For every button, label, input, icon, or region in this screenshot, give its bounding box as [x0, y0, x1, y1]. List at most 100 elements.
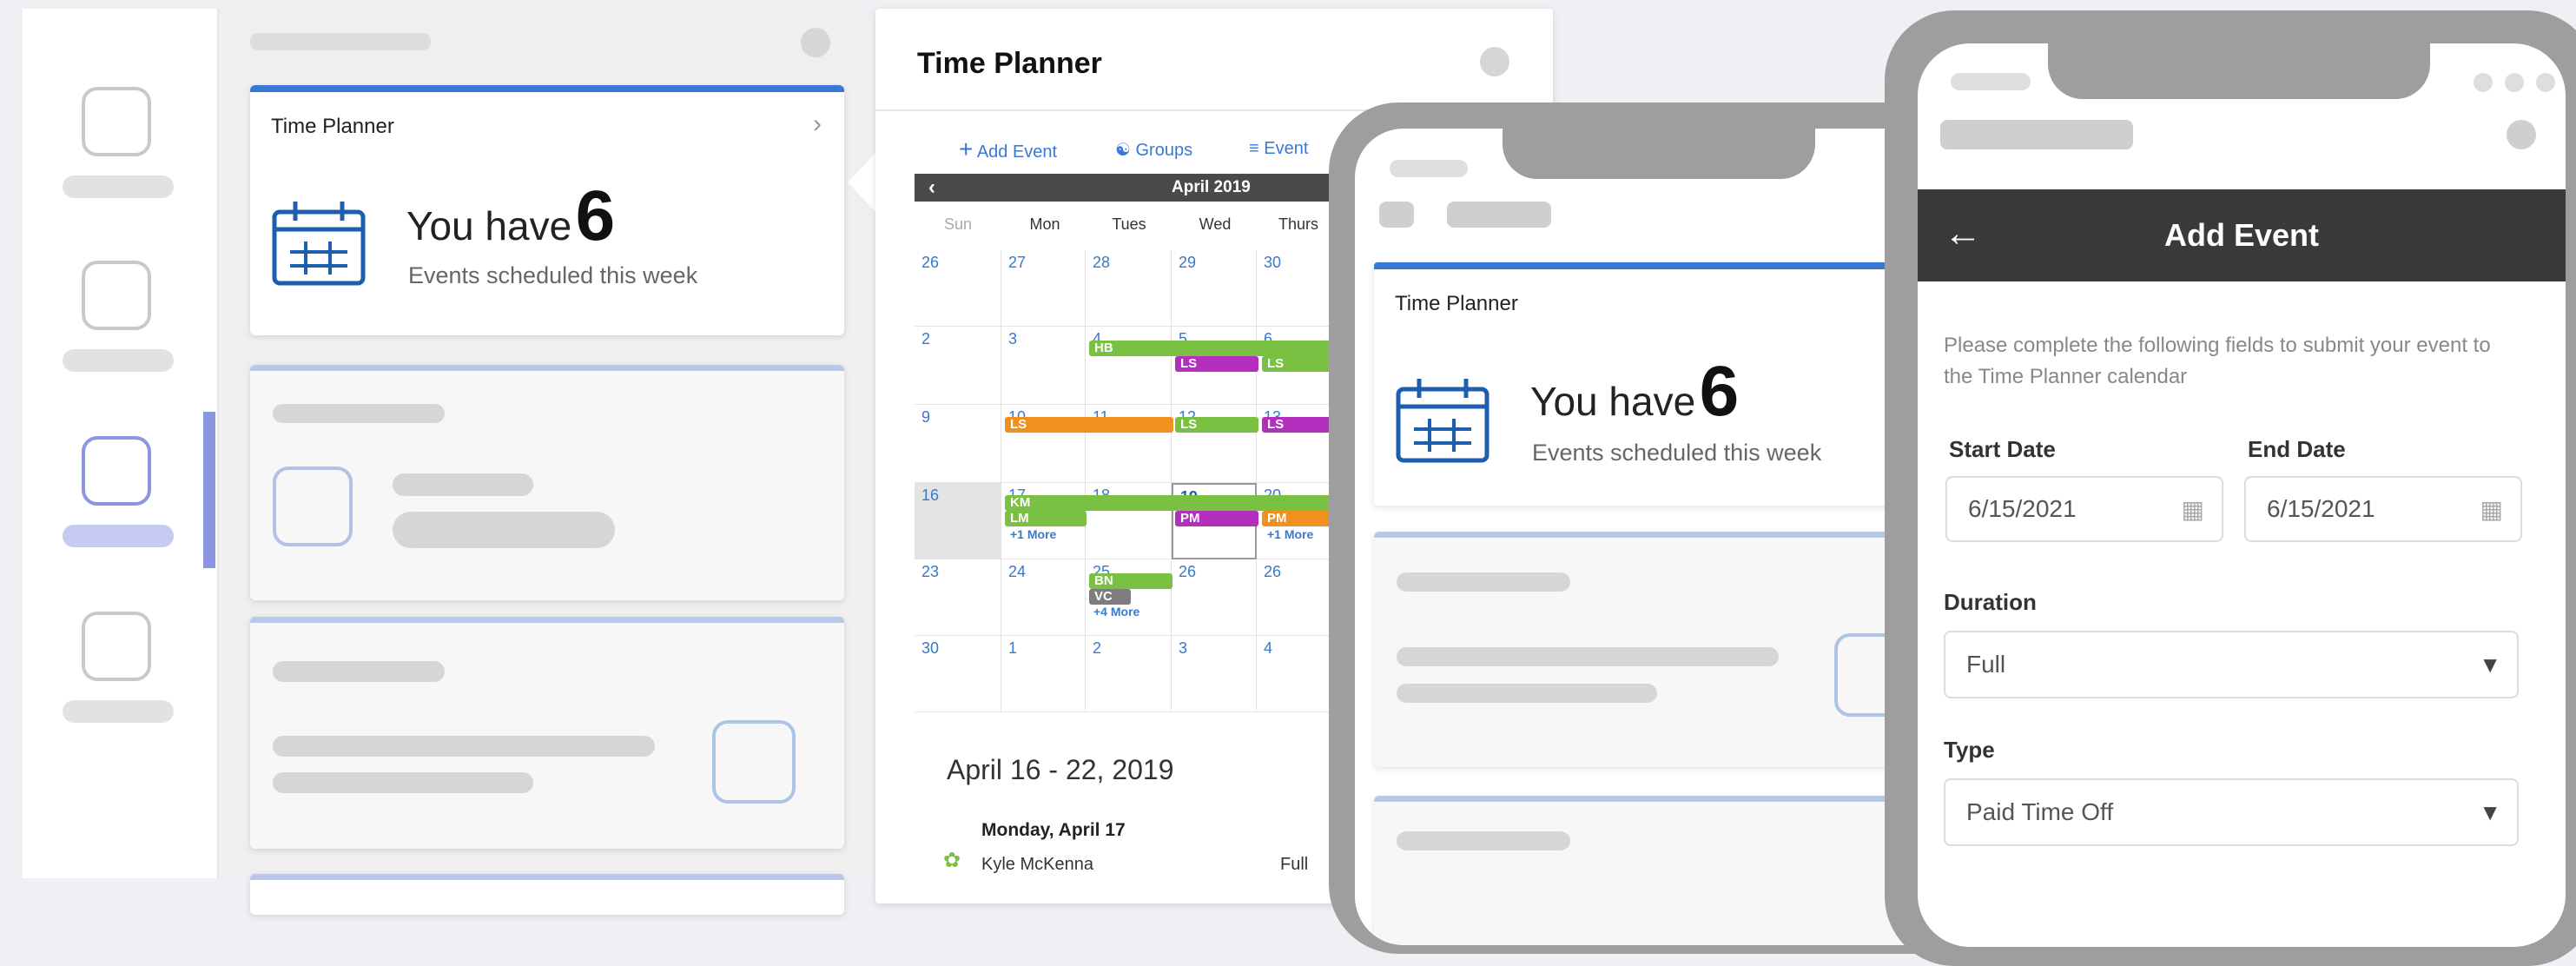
day-cell[interactable]: 26 [915, 250, 1001, 327]
day-cell[interactable]: 23 [915, 559, 1001, 636]
plus-icon: + [959, 136, 974, 162]
phone-mockup-2: ← Add Event Please complete the followin… [1885, 10, 2576, 966]
phone-2-screen: ← Add Event Please complete the followin… [1918, 43, 2566, 947]
prev-month-button[interactable]: ‹ [928, 175, 935, 200]
placeholder-line [1397, 684, 1657, 703]
nav-item-1-label [63, 175, 174, 198]
calendar-picker-icon[interactable]: ▦ [2480, 495, 2503, 524]
more-events-link[interactable]: +1 More [1267, 527, 1313, 541]
placeholder-line [273, 736, 655, 757]
nav-placeholder [1447, 202, 1551, 228]
status-placeholder [1390, 160, 1468, 177]
day-cell[interactable]: 29 [1172, 250, 1257, 327]
placeholder-line [1397, 831, 1570, 850]
status-dot [2536, 73, 2555, 92]
time-planner-widget[interactable]: Time Planner › You have 6 Events schedul… [250, 85, 844, 335]
nav-item-4-label [63, 700, 174, 723]
placeholder-card[interactable] [1374, 532, 1963, 767]
dow-label: Wed [1199, 215, 1232, 233]
widget-title: Time Planner [1395, 292, 1518, 315]
placeholder-line [273, 772, 533, 793]
day-cell[interactable]: 24 [1001, 559, 1086, 636]
month-title: April 2019 [1172, 178, 1251, 196]
nav-item-4-icon[interactable] [82, 612, 151, 681]
event-chip[interactable]: VC [1089, 589, 1131, 605]
event-count: 6 [575, 176, 616, 255]
add-event-link[interactable]: + Add Event [959, 136, 1057, 163]
placeholder-card[interactable] [250, 617, 844, 849]
event-chip[interactable]: PM [1175, 511, 1258, 526]
end-date-label: End Date [2248, 436, 2346, 462]
event-chip[interactable]: LM [1005, 511, 1087, 526]
event-chip[interactable]: KM [1005, 495, 1349, 511]
type-select[interactable]: Paid Time Off ▼ [1944, 778, 2519, 846]
month-header: ‹ April 2019 [915, 174, 1401, 202]
type-label: Type [1944, 737, 1995, 763]
start-date-label: Start Date [1949, 436, 2056, 462]
status-dot [2505, 73, 2524, 92]
nav-item-3-icon[interactable] [82, 436, 151, 506]
nav-item-2-label [63, 349, 174, 372]
more-events-link[interactable]: +1 More [1010, 527, 1056, 541]
end-date-field[interactable]: 6/15/2021 ▦ [2244, 476, 2522, 542]
duration-select[interactable]: Full ▼ [1944, 631, 2519, 698]
placeholder-icon [712, 720, 796, 804]
day-cell[interactable]: 2 [915, 327, 1001, 405]
day-cell[interactable]: 28 [1086, 250, 1172, 327]
duration-label: Duration [1944, 589, 2037, 615]
event-chip[interactable]: LS [1005, 417, 1173, 433]
duration-value: Full [1966, 651, 2006, 678]
placeholder-line [1397, 647, 1779, 666]
app-sidebar [23, 9, 220, 878]
add-event-header: ← Add Event [1918, 189, 2566, 281]
panel-title: Time Planner [917, 47, 1102, 80]
event-chip[interactable]: LS [1175, 356, 1258, 372]
day-heading: Monday, April 17 [981, 820, 1126, 840]
entry-name[interactable]: Kyle McKenna [981, 855, 1093, 875]
event-chip[interactable]: LS [1175, 417, 1258, 433]
type-value: Paid Time Off [1966, 798, 2114, 825]
start-date-field[interactable]: 6/15/2021 ▦ [1945, 476, 2223, 542]
nav-item-2-icon[interactable] [82, 261, 151, 330]
day-cell[interactable]: 4 [1086, 327, 1172, 405]
day-cell[interactable]: 26 [1172, 559, 1257, 636]
day-cell[interactable]: 3 [1001, 327, 1086, 405]
day-cell[interactable]: 30 [915, 636, 1001, 712]
phone-1-screen: Time Planner You have 6 Events scheduled… [1355, 129, 1963, 945]
widget-subtitle: Events scheduled this week [408, 262, 698, 288]
dashboard-column: Time Planner › You have 6 Events schedul… [219, 9, 870, 915]
event-count-line: You have 6 [406, 175, 615, 257]
event-chip[interactable]: BN [1089, 573, 1172, 589]
event-filter-link[interactable]: ≡ Event [1249, 139, 1308, 159]
placeholder-line [393, 473, 533, 496]
chevron-right-icon[interactable]: › [813, 109, 822, 139]
day-cell[interactable]: 2 [1086, 636, 1172, 712]
phone-1-notch [1503, 129, 1815, 179]
day-cell[interactable]: 1 [1001, 636, 1086, 712]
day-cell[interactable]: 9 [915, 405, 1001, 483]
widget-subtitle: Events scheduled this week [1532, 440, 1822, 466]
chevron-down-icon[interactable]: ▼ [2479, 652, 2501, 678]
placeholder-card[interactable] [1374, 796, 1963, 945]
nav-item-1-icon[interactable] [82, 87, 151, 156]
day-cell[interactable]: 27 [1001, 250, 1086, 327]
add-event-title: Add Event [2163, 217, 2319, 253]
event-chip[interactable]: HB [1089, 341, 1350, 356]
groups-link[interactable]: ☯ Groups [1115, 139, 1192, 161]
phone-2-notch [2048, 43, 2430, 99]
more-events-link[interactable]: +4 More [1093, 605, 1139, 619]
day-cell[interactable]: 16 [915, 483, 1001, 559]
panel-menu-dot[interactable] [1480, 47, 1509, 76]
app-bar-placeholder [1940, 120, 2133, 149]
chevron-down-icon[interactable]: ▼ [2479, 799, 2501, 826]
placeholder-card[interactable] [250, 874, 844, 915]
start-date-value: 6/15/2021 [1968, 495, 2077, 522]
palm-tree-icon: ✿ [943, 849, 961, 872]
time-planner-widget-mobile[interactable]: Time Planner You have 6 Events scheduled… [1374, 262, 1963, 506]
placeholder-card[interactable] [250, 365, 844, 600]
status-dot [2474, 73, 2493, 92]
day-cell[interactable]: 3 [1172, 636, 1257, 712]
form-intro: Please complete the following fields to … [1944, 334, 2491, 388]
nav-item-3-label [63, 525, 174, 547]
calendar-picker-icon[interactable]: ▦ [2182, 495, 2204, 524]
